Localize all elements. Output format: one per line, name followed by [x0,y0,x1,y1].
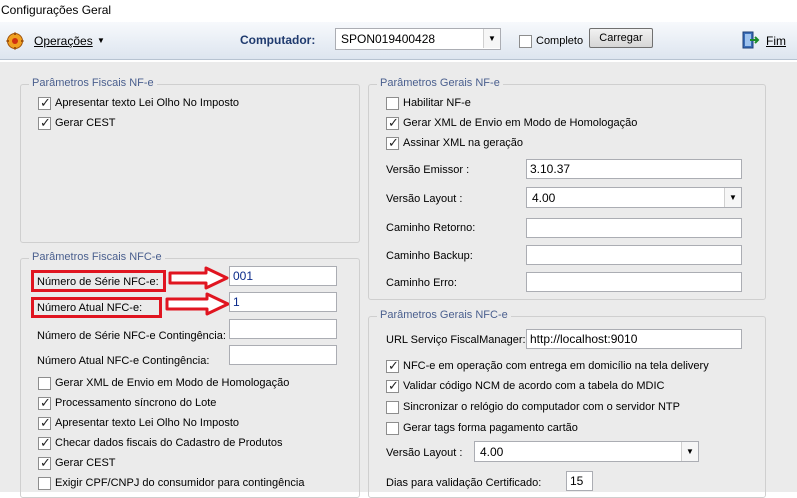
atual-contingencia-field[interactable] [229,345,337,365]
checkbox-box[interactable] [386,378,399,394]
group-title: Parâmetros Gerais NF-e [377,77,503,89]
checkbox-box[interactable] [38,395,51,411]
computador-label: Computador: [240,33,316,47]
checkbox-row[interactable]: Assinar XML na geração [386,135,523,151]
checkbox-row[interactable]: NFC-e em operação com entrega em domicíl… [386,358,709,374]
checkbox-row[interactable]: Sincronizar o relógio do computador com … [386,399,680,415]
checkbox-label: Assinar XML na geração [403,137,524,149]
chevron-down-icon[interactable]: ▼ [483,29,500,48]
chevron-down-icon[interactable]: ▼ [97,36,105,45]
carregar-button[interactable]: Carregar [589,28,653,48]
checkbox-row[interactable]: Apresentar texto Lei Olho No Imposto [38,95,239,111]
versao-layout-nfce-value: 4.00 [480,445,504,459]
checkbox-label: Gerar tags forma pagamento cartão [403,422,578,434]
caminho-retorno-field[interactable] [526,218,742,238]
checkbox-label: Processamento síncrono do Lote [55,397,217,409]
caminho-retorno-label: Caminho Retorno: [386,222,476,234]
checkbox-label: Checar dados fiscais do Cadastro de Prod… [55,437,283,449]
operacoes-menu[interactable]: Operações [34,34,93,48]
computador-select[interactable]: SPON019400428 ▼ [335,28,501,50]
checkbox-row[interactable]: Gerar XML de Envio em Modo de Homologaçã… [38,375,289,391]
checkbox-box[interactable] [386,400,399,414]
checkbox-label: Gerar XML de Envio em Modo de Homologaçã… [55,377,290,389]
completo-checkbox[interactable]: Completo [519,33,583,49]
url-fiscalmanager-label: URL Serviço FiscalManager: [386,334,526,346]
checkbox-label: Validar código NCM de acordo com a tabel… [403,380,665,392]
serie-contingencia-field[interactable] [229,319,337,339]
atual-nfce-field[interactable]: 1 [229,292,337,312]
checkbox-label: Sincronizar o relógio do computador com … [403,401,680,413]
computador-value: SPON019400428 [341,32,436,46]
checkbox-box[interactable] [38,455,51,471]
caminho-backup-field[interactable] [526,245,742,265]
chevron-down-icon[interactable]: ▼ [724,188,741,207]
checkbox-row[interactable]: Checar dados fiscais do Cadastro de Prod… [38,435,282,451]
versao-layout-select[interactable]: 4.00 ▼ [526,187,742,208]
serie-contingencia-label: Número de Série NFC-e Contingência: [37,330,226,342]
dias-certificado-label: Dias para validação Certificado: [386,477,542,489]
checkbox-box[interactable] [386,96,399,110]
serie-nfce-field[interactable]: 001 [229,266,337,286]
checkbox-label: Gerar XML de Envio em Modo de Homologaçã… [403,117,638,129]
checkbox-box[interactable] [38,95,51,111]
checkbox-row[interactable]: Exigir CPF/CNPJ do consumidor para conti… [38,475,304,491]
checkbox-label: Gerar CEST [55,117,116,129]
checkbox-row[interactable]: Gerar XML de Envio em Modo de Homologaçã… [386,115,637,131]
annotation-arrow [168,266,230,290]
completo-label: Completo [536,35,584,47]
checkbox-box[interactable] [38,376,51,390]
caminho-erro-field[interactable] [526,272,742,292]
checkbox-label: Gerar CEST [55,457,116,469]
versao-layout-label: Versão Layout : [386,193,463,205]
annotation-highlight-box [31,270,166,292]
group-title: Parâmetros Fiscais NF-e [29,77,157,89]
checkbox-row[interactable]: Gerar CEST [38,455,116,471]
checkbox-label: Exigir CPF/CNPJ do consumidor para conti… [55,477,305,489]
checkbox-box[interactable] [386,421,399,435]
toolbar: Operações ▼ Computador: SPON019400428 ▼ … [0,22,797,60]
group-title: Parâmetros Gerais NFC-e [377,309,511,321]
checkbox-row[interactable]: Processamento síncrono do Lote [38,395,216,411]
versao-layout-nfce-label: Versão Layout : [386,447,463,459]
checkbox-label: Apresentar texto Lei Olho No Imposto [55,97,240,109]
caminho-erro-label: Caminho Erro: [386,277,457,289]
window-title: Configurações Geral [0,0,797,22]
checkbox-box[interactable] [38,435,51,451]
exit-door-icon[interactable] [740,30,760,50]
checkbox-row[interactable]: Gerar tags forma pagamento cartão [386,420,578,436]
checkbox-box[interactable] [519,34,532,48]
chevron-down-icon[interactable]: ▼ [681,442,698,461]
annotation-highlight-box [31,297,162,318]
versao-layout-nfce-select[interactable]: 4.00 ▼ [474,441,699,462]
versao-emissor-field[interactable]: 3.10.37 [526,159,742,179]
versao-emissor-label: Versão Emissor : [386,164,470,176]
caminho-backup-label: Caminho Backup: [386,250,473,262]
checkbox-row[interactable]: Validar código NCM de acordo com a tabel… [386,378,664,394]
checkbox-label: NFC-e em operação com entrega em domicíl… [403,360,709,372]
versao-layout-value: 4.00 [532,191,556,205]
checkbox-row[interactable]: Gerar CEST [38,115,116,131]
checkbox-box[interactable] [38,415,51,431]
url-fiscalmanager-field[interactable]: http://localhost:9010 [526,329,742,349]
gear-icon[interactable] [6,32,24,50]
checkbox-box[interactable] [38,476,51,490]
checkbox-box[interactable] [386,135,399,151]
group-title: Parâmetros Fiscais NFC-e [29,251,165,263]
atual-contingencia-label: Número Atual NFC-e Contingência: [37,355,210,367]
checkbox-row[interactable]: Apresentar texto Lei Olho No Imposto [38,415,239,431]
checkbox-row[interactable]: Habilitar NF-e [386,95,471,111]
checkbox-label: Apresentar texto Lei Olho No Imposto [55,417,240,429]
checkbox-box[interactable] [38,115,51,131]
dias-certificado-field[interactable]: 15 [566,471,593,491]
checkbox-box[interactable] [386,115,399,131]
checkbox-label: Habilitar NF-e [403,97,471,109]
fim-button[interactable]: Fim [766,34,786,48]
annotation-arrow [165,292,231,316]
checkbox-box[interactable] [386,358,399,374]
